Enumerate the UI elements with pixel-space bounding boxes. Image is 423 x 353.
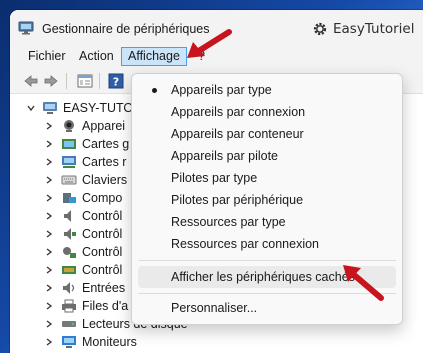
toolbar-separator — [66, 73, 67, 89]
help-icon: ? — [108, 73, 124, 89]
tree-item-label: Claviers — [82, 173, 128, 187]
port-controller-icon — [62, 266, 76, 274]
chevron-right-icon[interactable] — [44, 337, 54, 347]
menu-item-label: Pilotes par type — [171, 171, 258, 185]
menu-item-label: Appareils par type — [171, 83, 272, 97]
menu-action[interactable]: Action — [73, 47, 120, 66]
menu-affichage[interactable]: Affichage — [121, 47, 187, 66]
chevron-right-icon[interactable] — [44, 121, 54, 131]
watermark: EasyTutoriel — [312, 21, 415, 37]
annotation-arrow-icon — [187, 29, 232, 58]
tree-item-label: Cartes r — [82, 155, 127, 169]
chevron-right-icon[interactable] — [44, 139, 54, 149]
gear-icon — [313, 22, 327, 36]
chevron-right-icon[interactable] — [44, 157, 54, 167]
tree-item-label: Contrôl — [82, 245, 123, 259]
device-manager-icon — [18, 21, 34, 35]
tree-item-label: Compo — [82, 191, 123, 205]
chevron-right-icon[interactable] — [44, 247, 54, 257]
storage-controller-icon — [64, 228, 76, 240]
menu-item-appareils-par-conteneur[interactable]: Appareils par conteneur — [138, 123, 396, 145]
menu-item-label: Appareils par connexion — [171, 105, 306, 119]
menu-item-pilotes-par-peripherique[interactable]: Pilotes par périphérique — [138, 189, 396, 211]
menu-item-appareils-par-pilote[interactable]: Appareils par pilote — [138, 145, 396, 167]
print-queue-icon — [62, 299, 76, 313]
menu-item-pilotes-par-type[interactable]: Pilotes par type — [138, 167, 396, 189]
menu-item-label: Ressources par type — [171, 215, 286, 229]
keyboard-icon — [61, 175, 77, 185]
disk-drive-icon — [62, 321, 76, 327]
menu-item-label: Appareils par conteneur — [171, 127, 304, 141]
chevron-right-icon[interactable] — [44, 283, 54, 293]
tree-item-label: Contrôl — [82, 209, 123, 223]
menu-item-label: Pilotes par périphérique — [171, 193, 304, 207]
tree-item[interactable]: Moniteurs — [10, 333, 423, 351]
back-arrow-icon — [24, 75, 38, 87]
tree-item-label: Contrôl — [82, 263, 123, 277]
menu-item-ressources-par-type[interactable]: Ressources par type — [138, 211, 396, 233]
forward-arrow-icon — [44, 75, 58, 87]
help-button[interactable]: ? — [107, 72, 125, 90]
tree-root-label: EASY-TUTO — [63, 101, 134, 115]
network-adapter-icon — [62, 156, 76, 168]
audio-controller-icon — [64, 210, 71, 222]
toolbar-separator — [99, 73, 100, 89]
tree-item-label: Contrôl — [82, 227, 123, 241]
audio-input-icon — [63, 282, 75, 294]
chevron-right-icon[interactable] — [44, 301, 54, 311]
usb-controller-icon — [63, 247, 76, 258]
tree-item-label: Entrées — [82, 281, 126, 295]
display-adapter-icon — [62, 139, 76, 149]
radio-bullet-icon — [152, 88, 157, 93]
forward-button[interactable] — [42, 72, 60, 90]
menu-separator — [138, 260, 396, 261]
menu-item-label: Ressources par connexion — [171, 237, 319, 251]
tree-item-label: Apparei — [82, 119, 126, 133]
menu-item-label: Appareils par pilote — [171, 149, 279, 163]
chevron-right-icon[interactable] — [44, 229, 54, 239]
tree-item-label: Cartes g — [82, 137, 130, 151]
camera-icon — [64, 120, 74, 132]
svg-text:?: ? — [113, 76, 119, 89]
menu-item-label: Personnaliser... — [171, 301, 258, 315]
properties-icon — [77, 74, 93, 88]
chevron-right-icon[interactable] — [44, 319, 54, 329]
menu-item-appareils-par-type[interactable]: Appareils par type — [138, 79, 396, 101]
chevron-right-icon[interactable] — [44, 175, 54, 185]
properties-button[interactable] — [76, 72, 94, 90]
computer-icon — [43, 102, 57, 114]
chevron-down-icon[interactable] — [26, 103, 36, 113]
monitor-icon — [62, 336, 76, 348]
tree-item-label: Moniteurs — [82, 335, 137, 349]
back-button[interactable] — [22, 72, 40, 90]
watermark-text: EasyTutoriel — [333, 21, 415, 37]
chevron-right-icon[interactable] — [44, 211, 54, 221]
annotation-arrow-icon — [343, 265, 384, 301]
menu-fichier[interactable]: Fichier — [22, 47, 72, 66]
chevron-right-icon[interactable] — [44, 265, 54, 275]
menu-item-ressources-par-connexion[interactable]: Ressources par connexion — [138, 233, 396, 255]
software-component-icon — [63, 193, 76, 203]
tree-item-label: Files d'a — [82, 299, 129, 313]
menu-item-appareils-par-connexion[interactable]: Appareils par connexion — [138, 101, 396, 123]
menu-item-label: Afficher les périphériques cachés — [171, 270, 355, 284]
chevron-right-icon[interactable] — [44, 193, 54, 203]
